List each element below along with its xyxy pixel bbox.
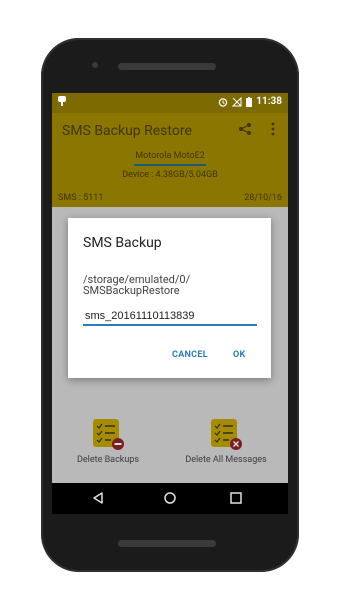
ok-button[interactable]: OK	[233, 350, 246, 360]
device-name: Motorola MotoE2	[135, 151, 205, 161]
status-right: 11:38	[218, 96, 282, 107]
checklist-minus-icon	[91, 417, 125, 451]
top-speaker	[118, 63, 216, 70]
delete-backups-button[interactable]: Delete Backups	[58, 417, 158, 465]
status-time: 11:38	[256, 96, 282, 107]
dialog-title: SMS Backup	[83, 235, 162, 251]
battery-icon	[246, 96, 253, 107]
backup-path-line2: SMSBackupRestore	[83, 284, 180, 297]
sms-count: SMS : 5111	[58, 193, 104, 203]
device-storage: Device : 4.38GB/5.04GB	[122, 170, 218, 180]
triangle-back-icon[interactable]	[90, 490, 106, 506]
backup-filename-input[interactable]	[83, 308, 257, 326]
no-signal-icon	[232, 96, 242, 106]
overflow-menu-icon[interactable]	[270, 121, 276, 137]
front-camera	[92, 62, 98, 68]
checklist-x-icon	[209, 417, 243, 451]
notification-icon	[58, 96, 66, 106]
tab-indicator	[134, 164, 206, 166]
circle-home-icon[interactable]	[162, 490, 178, 506]
app-title: SMS Backup Restore	[62, 123, 192, 139]
sms-backup-dialog: SMS Backup /storage/emulated/0/ SMSBacku…	[68, 218, 271, 378]
square-recents-icon[interactable]	[228, 490, 244, 506]
delete-backups-label: Delete Backups	[76, 455, 140, 465]
navigation-bar	[52, 483, 288, 514]
alarm-icon	[219, 97, 228, 107]
app-bar: SMS Backup Restore Motorola MotoE2 Devic…	[52, 113, 288, 207]
bottom-speaker	[118, 540, 216, 547]
delete-all-messages-button[interactable]: Delete All Messages	[176, 417, 276, 465]
cancel-button[interactable]: CANCEL	[172, 350, 208, 360]
status-bar: 11:38	[52, 93, 288, 113]
delete-all-messages-label: Delete All Messages	[185, 455, 267, 465]
share-icon[interactable]	[238, 122, 252, 136]
last-backup-date: 28/10/16	[244, 193, 282, 203]
